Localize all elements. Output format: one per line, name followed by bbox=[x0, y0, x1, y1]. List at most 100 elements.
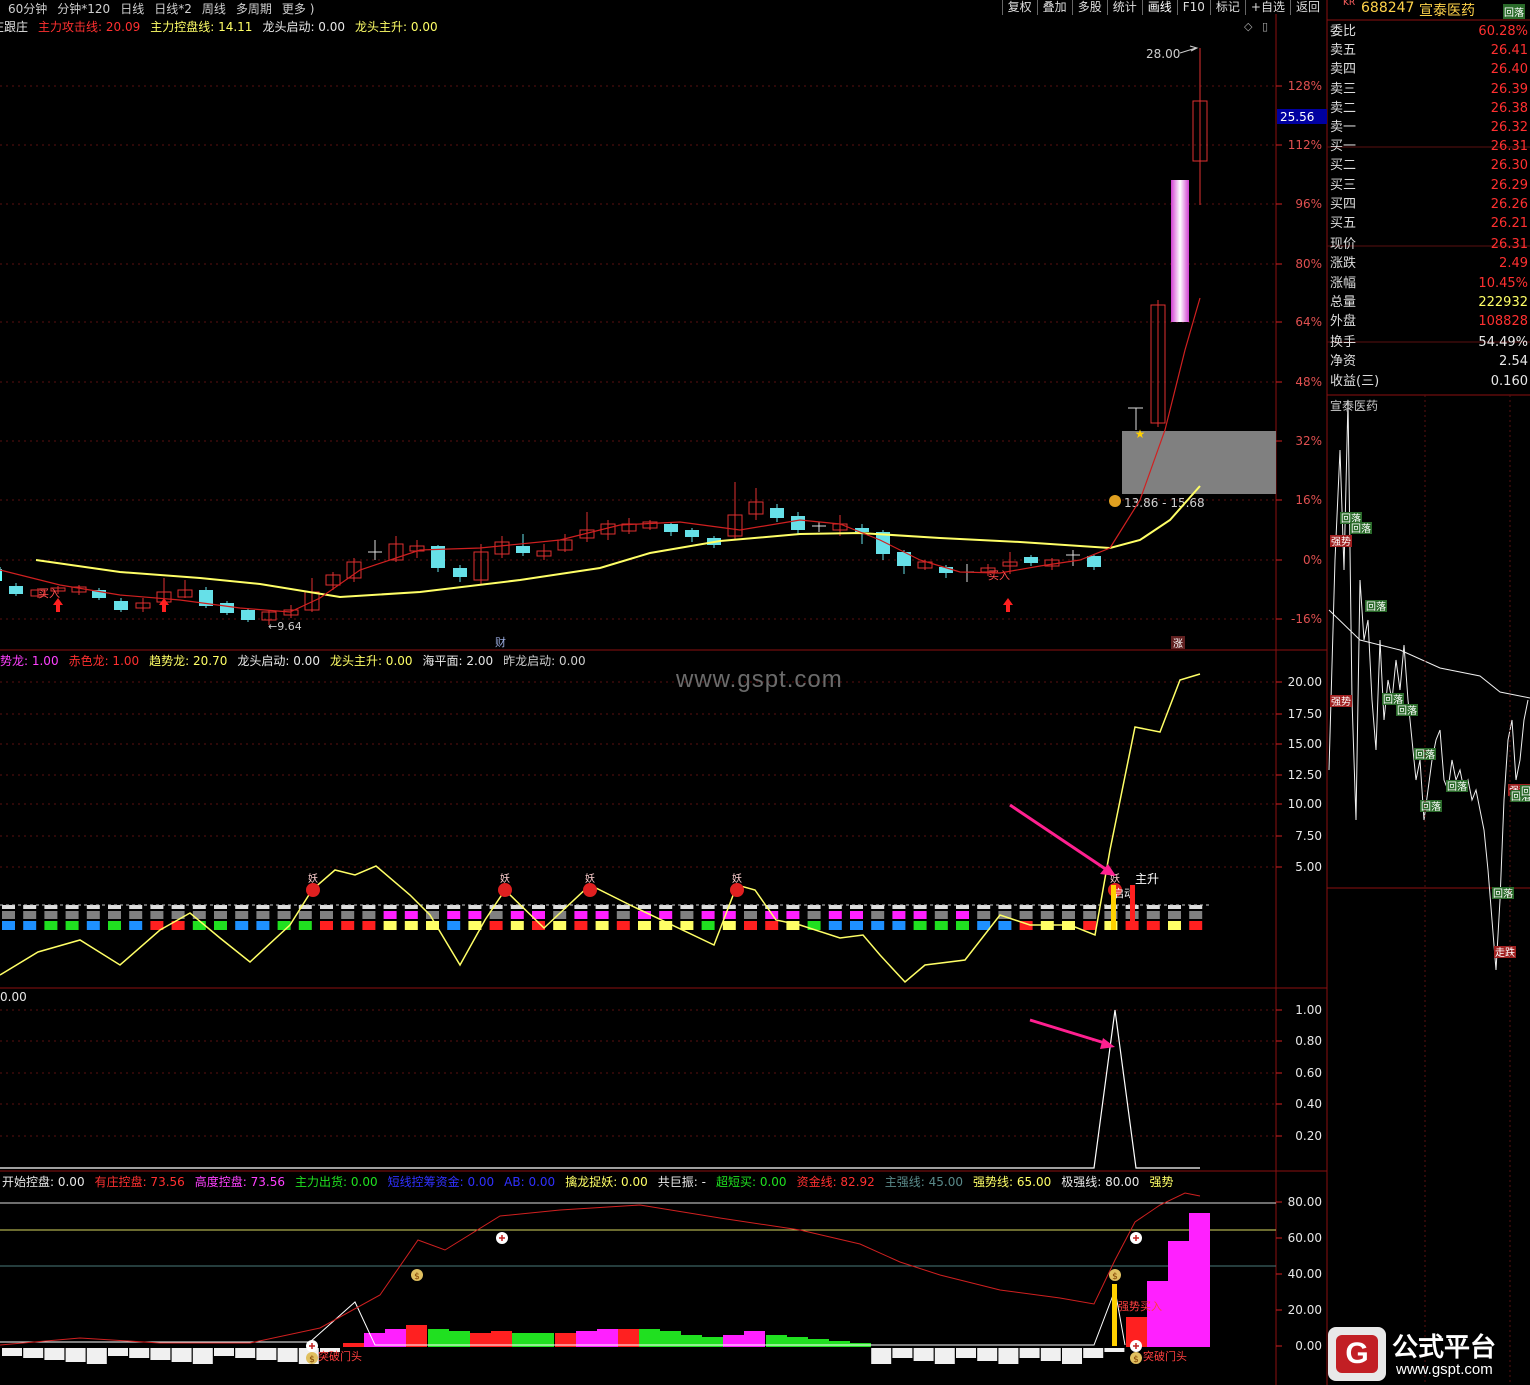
sub1-axis-label: 20.00 bbox=[1288, 675, 1322, 689]
legend-item: 强势线: 65.00 bbox=[973, 1175, 1052, 1189]
period-1[interactable]: 分钟*120 bbox=[57, 2, 110, 16]
white-bar bbox=[913, 1348, 934, 1361]
level-box-bottom bbox=[850, 921, 863, 930]
sub1-axis-label: 15.00 bbox=[1288, 737, 1322, 751]
level-box-bottom bbox=[574, 921, 588, 930]
volume-bar bbox=[1189, 1213, 1210, 1347]
quote-row: 卖二 26.38 bbox=[1330, 100, 1528, 116]
toolbar-btn-6[interactable]: 标记 bbox=[1209, 0, 1245, 15]
break-label: 突破门头 bbox=[1143, 1349, 1187, 1363]
zone-label: 13.86 - 15.68 bbox=[1124, 496, 1205, 510]
quote-row: 卖一 26.32 bbox=[1330, 120, 1528, 135]
level-box-top bbox=[998, 905, 1012, 909]
level-box-mid bbox=[510, 911, 524, 919]
level-box-bottom bbox=[701, 921, 715, 930]
white-bar bbox=[277, 1348, 298, 1362]
yao-char: 妖 bbox=[500, 872, 510, 885]
legend-item: 共巨振: - bbox=[657, 1175, 706, 1189]
period-2[interactable]: 日线 bbox=[120, 2, 144, 16]
level-box-bottom bbox=[341, 921, 355, 930]
buy-arrow-icon bbox=[159, 598, 169, 612]
toolbar-btn-3[interactable]: 统计 bbox=[1106, 0, 1142, 15]
level-box-bottom bbox=[553, 921, 567, 930]
legend-item: 龙头主升: 0.00 bbox=[329, 654, 413, 668]
level-box-mid bbox=[23, 911, 37, 919]
level-box-top bbox=[744, 905, 757, 909]
quote-row: 委比 60.28% bbox=[1330, 24, 1528, 39]
level-box-top bbox=[659, 905, 673, 909]
legend-item: 主力控盘线: 14.11 bbox=[150, 20, 253, 34]
level-box-mid bbox=[298, 911, 312, 919]
candle-body bbox=[685, 530, 699, 537]
buy-label: 买入 bbox=[38, 587, 60, 600]
period-4[interactable]: 周线 bbox=[202, 2, 226, 16]
window-icon: ▯ bbox=[1262, 20, 1268, 33]
white-bar bbox=[1104, 1348, 1125, 1352]
pointer-arrowhead-icon bbox=[1100, 1038, 1115, 1049]
yao-char: 妖 bbox=[732, 872, 742, 885]
level-box-bottom bbox=[616, 921, 630, 930]
level-box-top bbox=[426, 905, 439, 909]
level-box-bottom bbox=[680, 921, 694, 930]
level-box-top bbox=[65, 905, 79, 909]
candle-body bbox=[114, 601, 128, 610]
period-3[interactable]: 日线*2 bbox=[154, 2, 192, 16]
level-box-top bbox=[341, 905, 355, 909]
toolbar-btn-2[interactable]: 多股 bbox=[1071, 0, 1107, 15]
stock-header[interactable]: KR 688247 宣泰医药 回落 bbox=[1327, 0, 1530, 20]
level-box-bottom bbox=[298, 921, 312, 930]
level-box-bottom bbox=[595, 921, 609, 930]
period-5[interactable]: 多周期 bbox=[236, 2, 272, 16]
level-box-top bbox=[1189, 905, 1203, 909]
level-box-top bbox=[1146, 905, 1160, 909]
level-box-mid bbox=[277, 911, 291, 919]
toolbar-btn-5[interactable]: F10 bbox=[1176, 0, 1210, 15]
quote-row: 收益(三) 0.160 bbox=[1330, 373, 1528, 389]
level-box-mid bbox=[129, 911, 143, 919]
white-bar bbox=[108, 1348, 128, 1356]
period-6[interactable]: 更多 ) bbox=[282, 2, 315, 16]
level-box-mid bbox=[404, 911, 418, 919]
level-box-top bbox=[1019, 905, 1033, 909]
legend-item: 主力攻击线: 20.09 bbox=[38, 20, 141, 34]
legend-item: 高度控盘: 73.56 bbox=[194, 1175, 286, 1189]
toolbar-btn-0[interactable]: 复权 bbox=[1001, 0, 1037, 15]
toolbar: 复权 叠加 多股 统计 画线 F10 标记 +自选 返回 bbox=[1001, 0, 1325, 15]
level-box-bottom bbox=[744, 921, 757, 930]
volume-bar bbox=[343, 1343, 364, 1347]
level-box-mid bbox=[934, 911, 948, 919]
logo-title: 公式平台 bbox=[1392, 1333, 1497, 1363]
level-box-mid bbox=[320, 911, 333, 919]
level-box-bottom bbox=[362, 921, 376, 930]
money-sign: $ bbox=[1112, 1272, 1118, 1282]
candle-body bbox=[1087, 556, 1101, 567]
level-box-top bbox=[23, 905, 37, 909]
white-bar bbox=[998, 1348, 1019, 1364]
level-box-mid bbox=[383, 911, 397, 919]
level-box-mid bbox=[595, 911, 609, 919]
level-box-top bbox=[977, 905, 991, 909]
control-line bbox=[35, 485, 1201, 599]
level-box-mid bbox=[1040, 911, 1054, 919]
toolbar-btn-4[interactable]: 画线 bbox=[1141, 0, 1177, 15]
money-sign: $ bbox=[414, 1272, 420, 1282]
period-0[interactable]: 60分钟 bbox=[8, 2, 47, 16]
legend-item: 趋势龙: 20.70 bbox=[149, 654, 228, 668]
toolbar-btn-8[interactable]: 返回 bbox=[1289, 0, 1325, 15]
toolbar-btn-7[interactable]: +自选 bbox=[1244, 0, 1290, 15]
legend-item: 强势 bbox=[1149, 1175, 1174, 1189]
level-box-mid bbox=[807, 911, 821, 919]
quote-row: 卖三 26.39 bbox=[1330, 81, 1528, 97]
white-bar bbox=[86, 1348, 107, 1364]
level-box-mid bbox=[214, 911, 227, 919]
level-box-top bbox=[2, 905, 15, 909]
pointer-arrow bbox=[1009, 803, 1111, 874]
level-box-mid bbox=[1168, 911, 1181, 919]
watermark: www.gspt.com bbox=[676, 666, 843, 693]
toolbar-btn-1[interactable]: 叠加 bbox=[1036, 0, 1072, 15]
level-box-mid bbox=[108, 911, 121, 919]
white-bar bbox=[892, 1348, 913, 1358]
level-box-mid bbox=[235, 911, 249, 919]
legend-item: 赤色龙: 1.00 bbox=[68, 654, 140, 668]
level-box-top bbox=[277, 905, 291, 909]
